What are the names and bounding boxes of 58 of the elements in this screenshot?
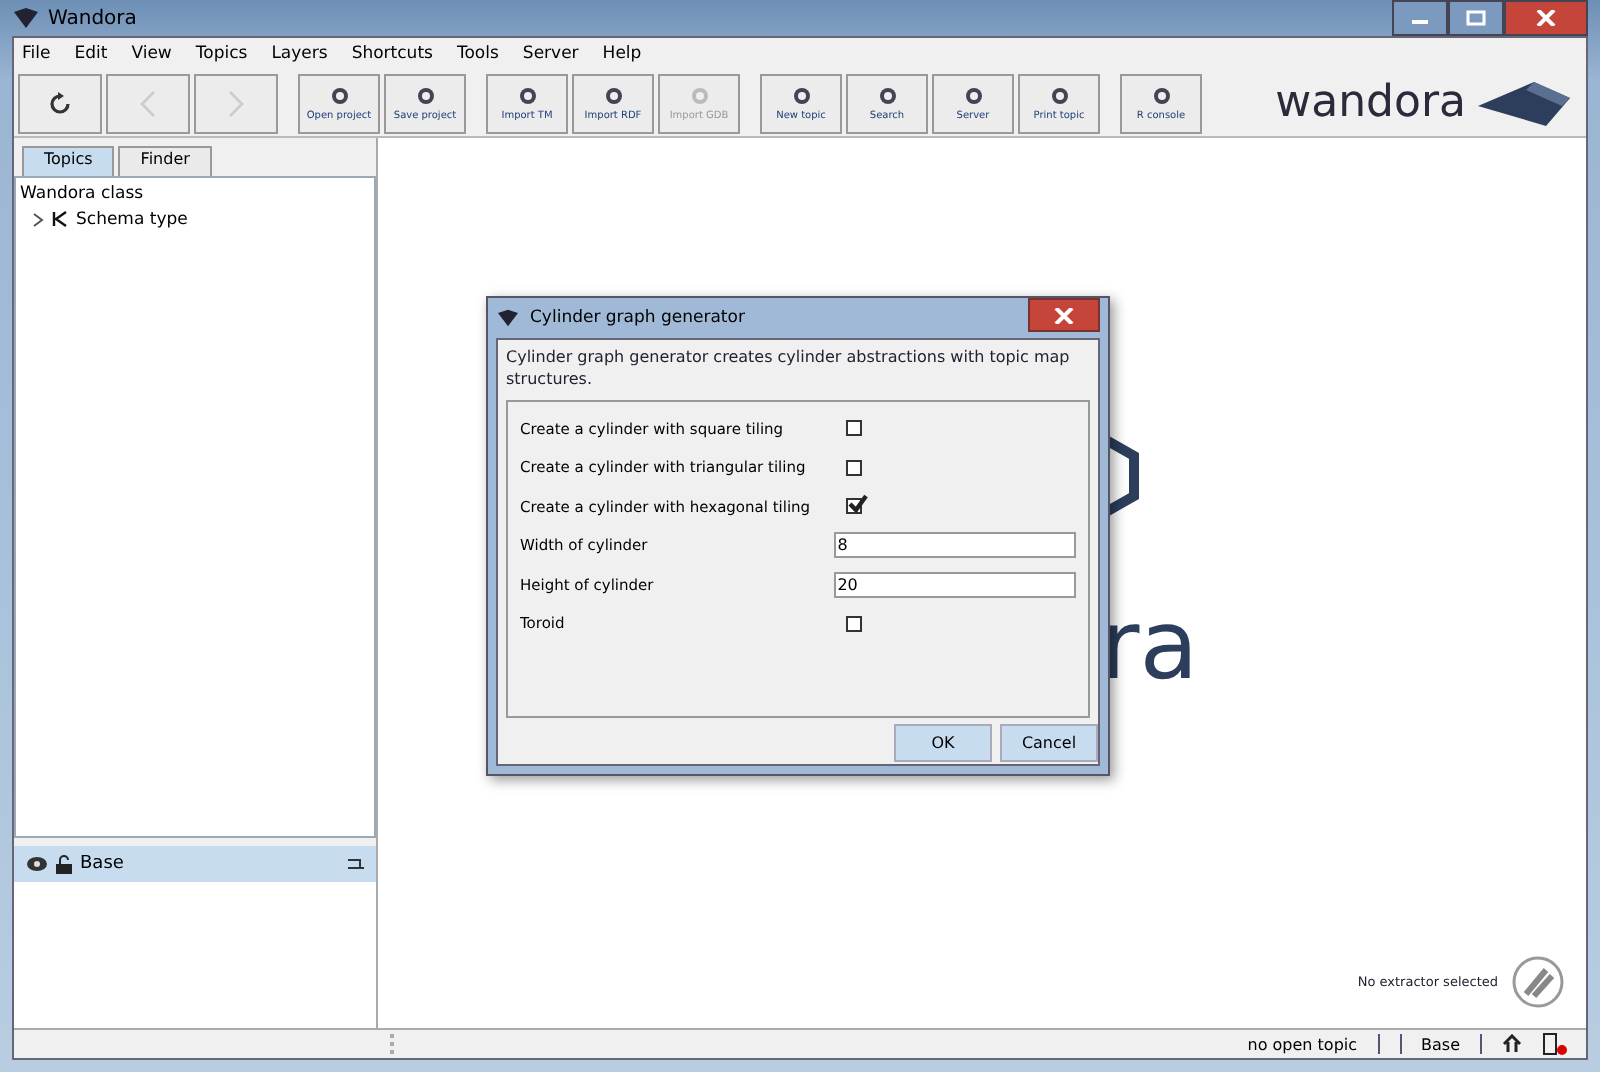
checkbox[interactable] — [846, 420, 862, 437]
unlocked-padlock-icon[interactable] — [56, 854, 72, 874]
tool-icon — [875, 85, 899, 105]
close-button[interactable] — [1504, 0, 1588, 36]
cancel-button[interactable]: Cancel — [1000, 724, 1098, 762]
checkbox[interactable] — [846, 615, 862, 632]
status-topic: no open topic — [1247, 1035, 1358, 1053]
layer-name[interactable]: Base — [80, 854, 124, 874]
close-button[interactable] — [1028, 298, 1100, 332]
tab[interactable]: Topics — [22, 146, 115, 176]
status-layer: Base — [1421, 1035, 1460, 1053]
dialog-title: Cylinder graph generator — [530, 308, 745, 328]
app-icon — [12, 6, 40, 30]
dialog-description: Cylinder graph generator creates cylinder abstractions with topic map structures. — [504, 346, 1072, 392]
menu-item[interactable]: Server — [522, 44, 579, 64]
maximize-icon — [1466, 10, 1486, 26]
tool-icon — [1047, 85, 1071, 105]
checkbox[interactable] — [846, 498, 862, 515]
menu-item[interactable]: Shortcuts — [351, 44, 433, 64]
topic-icon — [52, 210, 68, 228]
refresh-icon — [48, 91, 72, 115]
exit-icon[interactable] — [1542, 1032, 1570, 1056]
tree-item[interactable]: Schema type — [76, 209, 188, 229]
menu-item[interactable]: View — [131, 44, 172, 64]
maximize-button[interactable] — [1448, 0, 1504, 36]
home-icon[interactable] — [1502, 1034, 1522, 1054]
extractor-icon[interactable] — [1510, 954, 1566, 1010]
tool-icon — [601, 85, 625, 105]
tool-icon — [1149, 85, 1173, 105]
checkbox[interactable] — [846, 459, 862, 476]
eye-icon[interactable] — [26, 856, 48, 872]
tool-icon — [327, 85, 351, 105]
menu-item[interactable]: Edit — [74, 44, 108, 64]
refresh-button[interactable] — [18, 73, 102, 133]
tool-icon — [687, 85, 711, 105]
menu-item[interactable]: Layers — [271, 44, 328, 64]
tab[interactable]: Finder — [118, 146, 212, 176]
ok-button[interactable]: OK — [894, 724, 992, 762]
menu-item[interactable]: File — [22, 44, 51, 64]
window-title: Wandora — [48, 7, 137, 29]
tool-icon — [413, 85, 437, 105]
close-icon — [1054, 307, 1074, 323]
menu-item[interactable]: Help — [602, 44, 642, 64]
tool-icon — [789, 85, 813, 105]
logo-icon — [1474, 77, 1574, 129]
menu-item[interactable]: Topics — [195, 44, 248, 64]
logo-text: wandora — [1275, 78, 1466, 128]
close-icon — [1536, 10, 1556, 26]
input-field[interactable]: 20 — [833, 571, 1076, 598]
minimize-button[interactable] — [1392, 0, 1448, 36]
tool-icon — [515, 85, 539, 105]
dialog-icon — [496, 308, 520, 328]
tool-icon — [961, 85, 985, 105]
menu-item[interactable]: Tools — [456, 44, 499, 64]
minimize-panel-icon[interactable] — [348, 858, 364, 870]
tree-item[interactable]: Wandora class — [20, 180, 370, 206]
input-field[interactable]: 8 — [833, 532, 1076, 559]
background-logo-text: ra — [1100, 598, 1199, 694]
